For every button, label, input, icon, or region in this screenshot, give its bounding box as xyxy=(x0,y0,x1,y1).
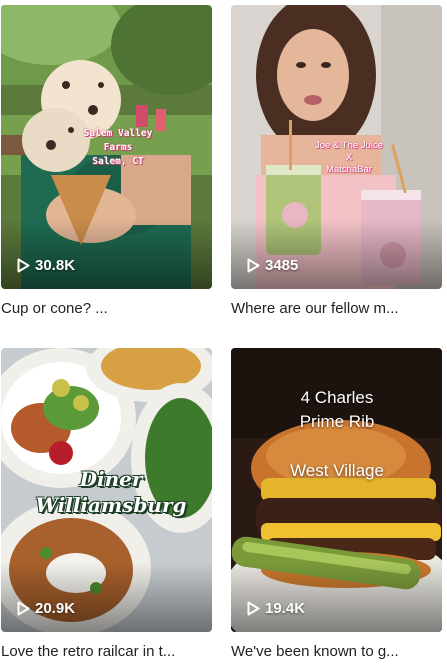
video-text-overlay: Joe & The Juice X MatchaBar xyxy=(289,140,409,176)
view-count-value: 19.4K xyxy=(265,600,306,617)
play-icon xyxy=(17,601,30,616)
overlay-line: 4 Charles xyxy=(300,388,374,407)
video-thumbnail[interactable]: Diner Williamsburg 20.9K xyxy=(1,348,212,632)
bottom-gradient xyxy=(231,219,442,289)
video-thumbnail[interactable]: Joe & The Juice X MatchaBar 3485 xyxy=(231,5,442,289)
video-text-overlay: 4 Charles Prime Rib xyxy=(261,386,413,434)
play-icon xyxy=(247,601,260,616)
overlay-line: Diner xyxy=(79,467,143,491)
overlay-line: West Village xyxy=(290,461,384,480)
video-caption[interactable]: We've been known to g... xyxy=(231,643,437,660)
video-card[interactable]: Salem Valley Farms Salem, CT 30.8K Cup o… xyxy=(1,5,212,317)
overlay-line: X xyxy=(345,152,353,163)
view-count: 19.4K xyxy=(247,600,305,617)
video-thumbnail[interactable]: 4 Charles Prime Rib West Village 19.4K xyxy=(231,348,442,632)
video-caption[interactable]: Where are our fellow m... xyxy=(231,300,437,317)
play-icon xyxy=(17,258,30,273)
video-text-overlay: Diner Williamsburg xyxy=(21,466,201,518)
view-count-value: 3485 xyxy=(265,257,299,274)
overlay-line: Joe & The Juice xyxy=(315,140,383,151)
view-count: 3485 xyxy=(247,257,298,274)
view-count-value: 20.9K xyxy=(35,600,76,617)
overlay-line: MatchaBar xyxy=(326,164,372,175)
bottom-gradient xyxy=(1,562,212,632)
video-caption[interactable]: Love the retro railcar in t... xyxy=(1,643,212,660)
video-card[interactable]: 4 Charles Prime Rib West Village 19.4K W… xyxy=(231,348,442,660)
video-text-overlay: West Village xyxy=(251,460,423,482)
video-card[interactable]: Diner Williamsburg 20.9K Love the retro … xyxy=(1,348,212,660)
overlay-line: Farms xyxy=(103,142,133,153)
overlay-line: Prime Rib xyxy=(299,412,375,431)
overlay-line: Williamsburg xyxy=(35,493,187,517)
overlay-line: Salem Valley xyxy=(83,128,153,139)
video-card[interactable]: Joe & The Juice X MatchaBar 3485 Where a… xyxy=(231,5,442,317)
video-text-overlay: Salem Valley Farms Salem, CT xyxy=(63,127,173,169)
view-count: 30.8K xyxy=(17,257,75,274)
bottom-gradient xyxy=(1,219,212,289)
overlay-line: Salem, CT xyxy=(92,156,144,167)
video-grid: Salem Valley Farms Salem, CT 30.8K Cup o… xyxy=(0,0,447,666)
video-caption[interactable]: Cup or cone? ... xyxy=(1,300,212,317)
bottom-gradient xyxy=(231,562,442,632)
play-icon xyxy=(247,258,260,273)
view-count: 20.9K xyxy=(17,600,75,617)
view-count-value: 30.8K xyxy=(35,257,76,274)
video-thumbnail[interactable]: Salem Valley Farms Salem, CT 30.8K xyxy=(1,5,212,289)
